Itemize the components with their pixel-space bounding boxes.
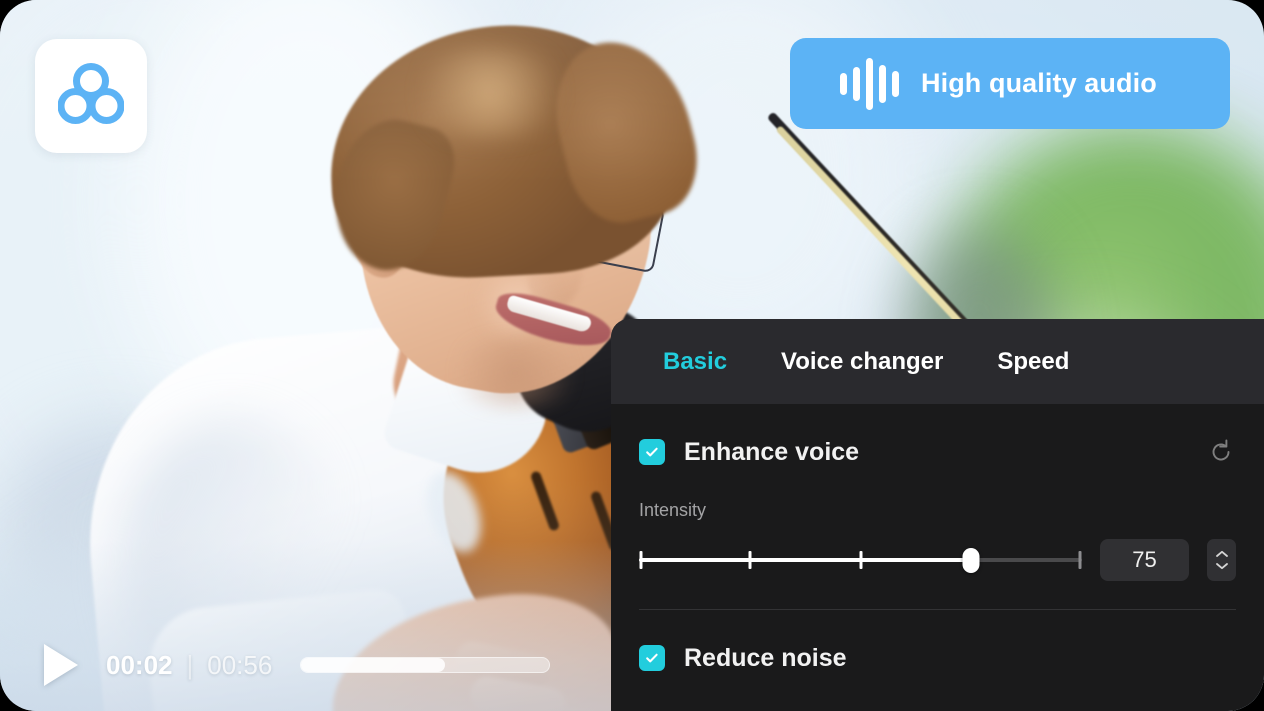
reduce-noise-label: Reduce noise bbox=[684, 643, 847, 672]
high-quality-audio-badge: High quality audio bbox=[790, 38, 1230, 129]
checkmark-icon bbox=[644, 444, 660, 460]
audio-settings-panel: Basic Voice changer Speed Enhance voice bbox=[611, 319, 1264, 711]
reset-arrow-icon[interactable] bbox=[1206, 437, 1236, 467]
progress-bar[interactable] bbox=[300, 657, 551, 673]
enhance-voice-row: Enhance voice bbox=[639, 404, 1236, 500]
intensity-slider[interactable] bbox=[639, 545, 1082, 575]
high-quality-audio-label: High quality audio bbox=[921, 68, 1157, 98]
subject-hair-highlight bbox=[400, 48, 580, 138]
intensity-label: Intensity bbox=[639, 500, 707, 520]
reduce-noise-checkbox[interactable] bbox=[639, 645, 665, 671]
slider-tick-0 bbox=[639, 551, 643, 569]
up-down-chevron-icon[interactable] bbox=[1207, 539, 1236, 581]
play-icon[interactable] bbox=[44, 644, 78, 686]
app-stage: High quality audio 00:02 | 00:56 Basic V… bbox=[0, 0, 1264, 711]
reduce-noise-row: Reduce noise bbox=[639, 610, 1236, 706]
current-time: 00:02 bbox=[106, 649, 173, 680]
time-separator: | bbox=[186, 649, 194, 680]
enhance-voice-label: Enhance voice bbox=[684, 437, 860, 466]
time-display: 00:02 | 00:56 bbox=[106, 650, 272, 681]
progress-bar-fill bbox=[301, 658, 446, 672]
tab-speed[interactable]: Speed bbox=[970, 348, 1096, 376]
slider-thumb[interactable] bbox=[962, 548, 980, 573]
tab-voice-changer[interactable]: Voice changer bbox=[754, 348, 970, 376]
subject-chin-shadow bbox=[440, 338, 590, 408]
intensity-slider-row: 75 bbox=[639, 539, 1236, 581]
three-circles-logo-icon bbox=[57, 62, 125, 130]
tab-basic[interactable]: Basic bbox=[636, 348, 754, 376]
total-time: 00:56 bbox=[207, 649, 273, 680]
audio-waveform-icon bbox=[840, 57, 899, 110]
checkmark-icon bbox=[644, 650, 660, 666]
panel-body: Enhance voice Intensity 75 Reduce noise bbox=[611, 404, 1264, 706]
slider-tick-25 bbox=[748, 551, 752, 569]
panel-tab-bar: Basic Voice changer Speed bbox=[611, 319, 1264, 404]
intensity-value-input[interactable]: 75 bbox=[1100, 539, 1189, 581]
app-logo[interactable] bbox=[35, 39, 147, 153]
enhance-voice-checkbox[interactable] bbox=[639, 439, 665, 465]
slider-fill bbox=[639, 558, 972, 562]
slider-tick-100 bbox=[1078, 551, 1082, 569]
slider-tick-50 bbox=[859, 551, 862, 569]
